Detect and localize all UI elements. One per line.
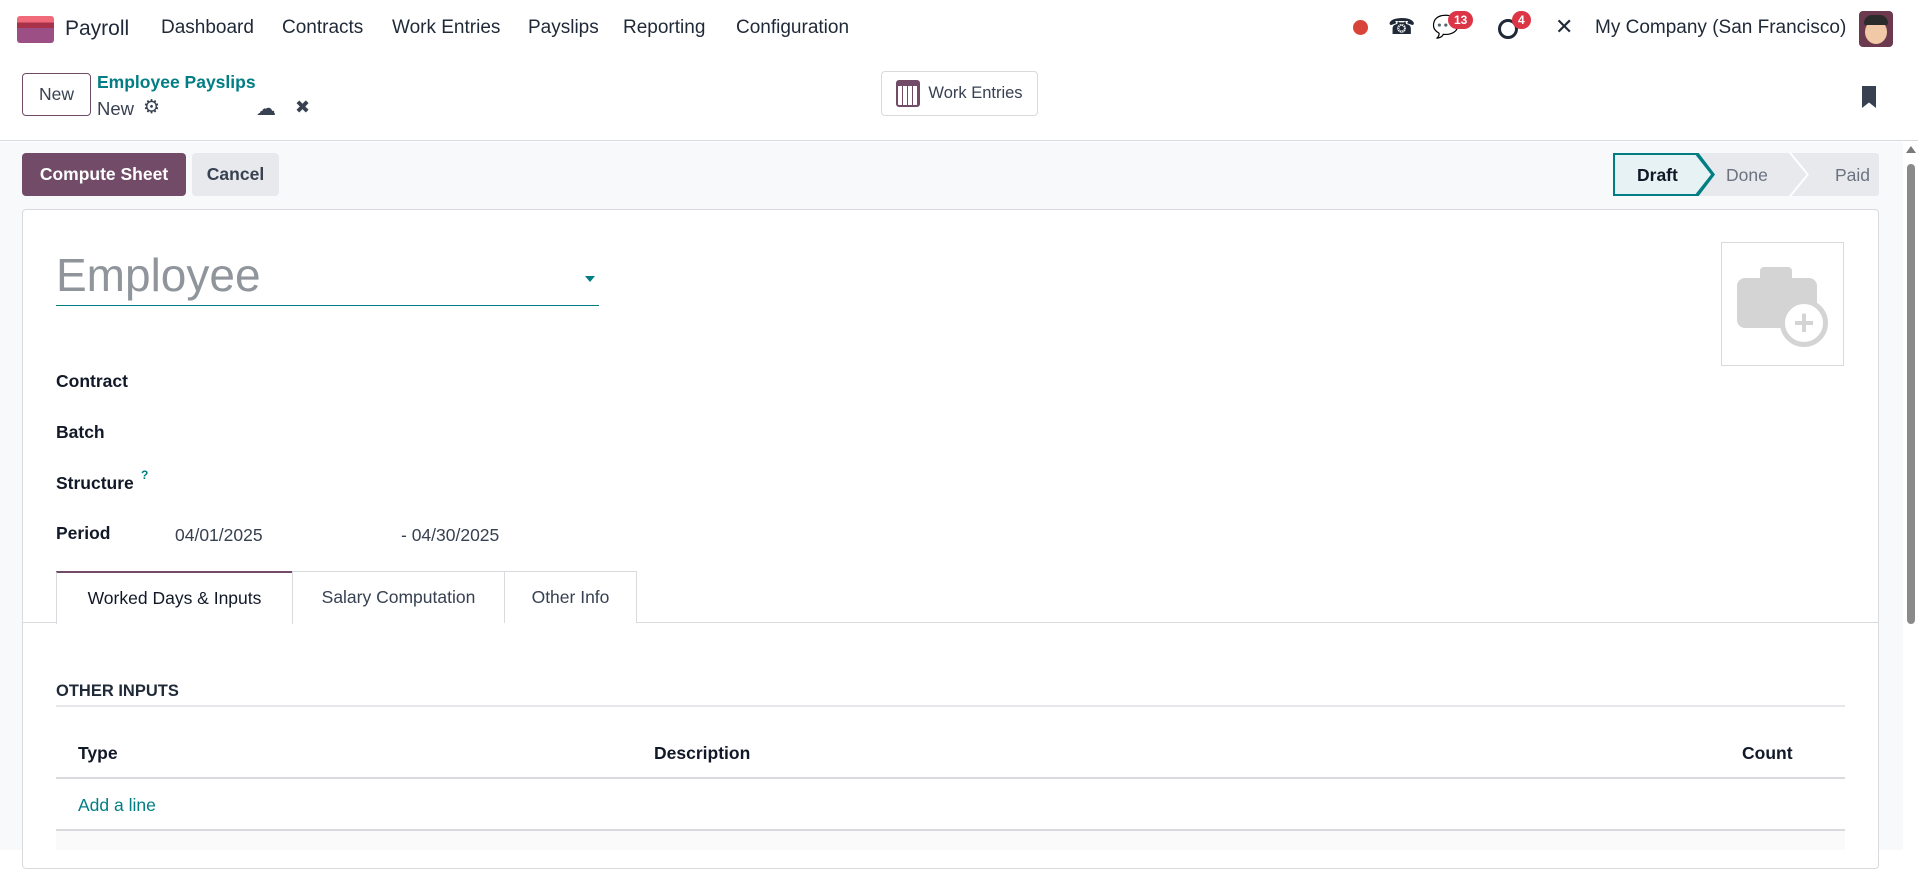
control-panel: New Employee Payslips New ⚙ ☁ ✖ Work Ent… xyxy=(0,56,1918,141)
menu-work-entries[interactable]: Work Entries xyxy=(392,17,500,39)
column-header-type[interactable]: Type xyxy=(78,743,118,764)
new-button[interactable]: New xyxy=(22,73,91,116)
gear-icon[interactable]: ⚙ xyxy=(143,96,160,119)
period-end-field[interactable]: - 04/30/2025 xyxy=(401,525,499,546)
structure-help-icon[interactable]: ? xyxy=(141,468,148,482)
status-separator xyxy=(1789,153,1809,196)
status-paid[interactable]: Paid xyxy=(1835,165,1870,186)
status-bar: Draft Done Paid xyxy=(1613,153,1879,196)
scroll-up-arrow-icon[interactable] xyxy=(1906,146,1916,153)
column-header-description[interactable]: Description xyxy=(654,743,750,764)
cancel-button[interactable]: Cancel xyxy=(192,153,279,196)
breadcrumb-parent[interactable]: Employee Payslips xyxy=(97,72,256,93)
menu-configuration[interactable]: Configuration xyxy=(736,17,849,39)
work-entries-label: Work Entries xyxy=(928,84,1023,102)
discard-icon[interactable]: ✖ xyxy=(295,97,310,118)
header-divider xyxy=(56,777,1845,779)
scrollbar-thumb[interactable] xyxy=(1907,164,1915,624)
company-switcher[interactable]: My Company (San Francisco) xyxy=(1595,17,1846,39)
form-sheet xyxy=(22,209,1879,869)
other-inputs-title: OTHER INPUTS xyxy=(56,682,179,700)
menu-payslips[interactable]: Payslips xyxy=(528,17,599,39)
menu-contracts[interactable]: Contracts xyxy=(282,17,363,39)
period-label: Period xyxy=(56,523,111,543)
section-divider xyxy=(56,705,1845,707)
save-cloud-icon[interactable]: ☁ xyxy=(256,96,276,121)
scrollbar[interactable] xyxy=(1903,142,1918,850)
status-draft-label: Draft xyxy=(1637,165,1678,185)
camera-top xyxy=(1760,267,1792,281)
phone-icon[interactable]: ☎ xyxy=(1388,14,1415,40)
employee-field[interactable]: Employee xyxy=(56,248,599,306)
plus-circle-icon: + xyxy=(1780,299,1828,347)
bookmark-icon[interactable] xyxy=(1862,86,1876,108)
payroll-logo-icon[interactable] xyxy=(17,16,54,43)
status-dot-icon[interactable] xyxy=(1353,20,1368,35)
add-line-link[interactable]: Add a line xyxy=(78,795,156,816)
status-done[interactable]: Done xyxy=(1726,165,1768,186)
breadcrumb-current: New xyxy=(97,98,135,119)
contract-label: Contract xyxy=(56,371,128,391)
calendar-icon xyxy=(896,80,921,107)
top-navbar: Payroll Dashboard Contracts Work Entries… xyxy=(0,0,1918,56)
tab-salary-computation[interactable]: Salary Computation xyxy=(292,571,505,623)
batch-label: Batch xyxy=(56,422,105,442)
work-entries-button[interactable]: Work Entries xyxy=(881,71,1038,116)
employee-photo-placeholder[interactable]: + xyxy=(1721,242,1844,366)
table-footer xyxy=(56,831,1845,850)
structure-label: Structure xyxy=(56,473,134,493)
messages-badge: 13 xyxy=(1448,11,1474,29)
tab-worked-days-inputs[interactable]: Worked Days & Inputs xyxy=(56,571,293,624)
menu-dashboard[interactable]: Dashboard xyxy=(161,17,254,39)
tab-other-info[interactable]: Other Info xyxy=(504,571,637,623)
period-start-field[interactable]: 04/01/2025 xyxy=(175,525,263,546)
menu-reporting[interactable]: Reporting xyxy=(623,17,705,39)
activities-badge: 4 xyxy=(1512,11,1531,29)
dropdown-caret-icon xyxy=(585,276,595,282)
app-name[interactable]: Payroll xyxy=(65,17,129,41)
column-header-count[interactable]: Count xyxy=(1742,743,1793,764)
tools-icon[interactable]: ✕ xyxy=(1555,14,1573,40)
compute-sheet-button[interactable]: Compute Sheet xyxy=(22,153,186,196)
user-avatar[interactable] xyxy=(1859,11,1893,47)
employee-placeholder: Employee xyxy=(56,249,261,301)
